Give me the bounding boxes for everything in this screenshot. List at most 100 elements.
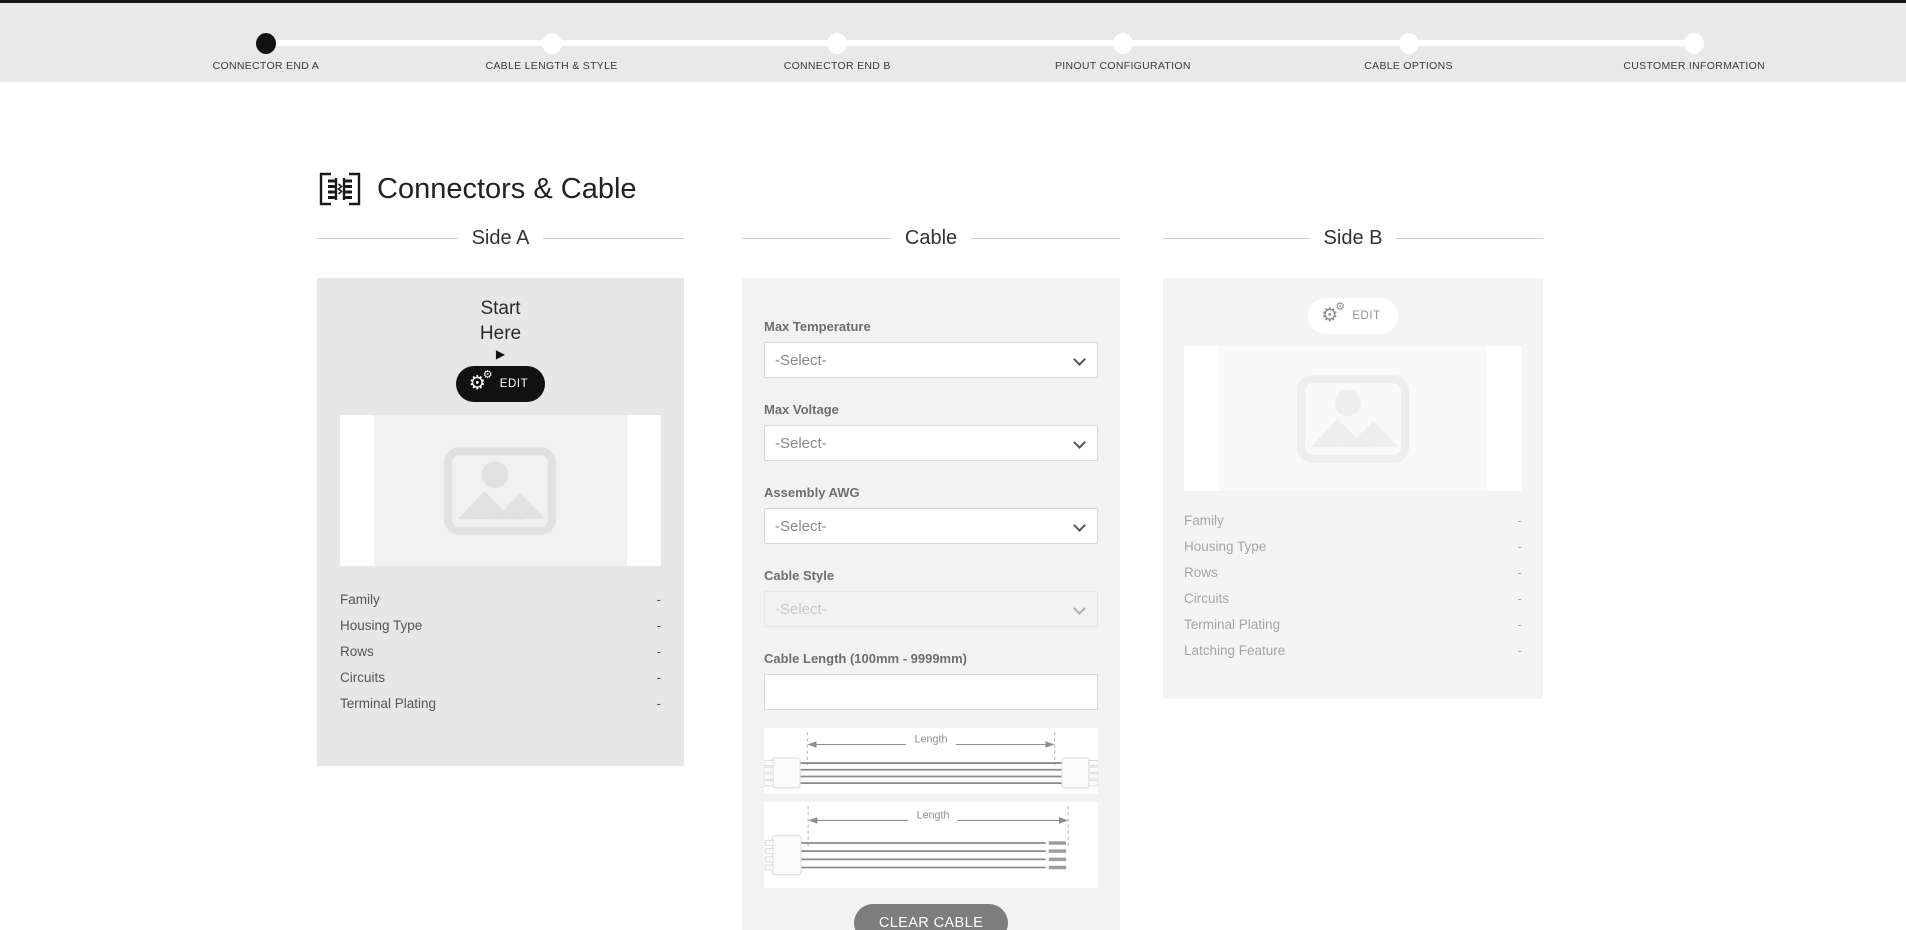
divider bbox=[742, 238, 891, 239]
property-label: Rows bbox=[340, 644, 374, 659]
step-dot-icon bbox=[1113, 33, 1133, 54]
property-label: Housing Type bbox=[340, 618, 422, 633]
assembly-awg-select[interactable]: -Select- bbox=[764, 508, 1098, 544]
property-label: Rows bbox=[1184, 565, 1218, 580]
step-dot-icon bbox=[827, 33, 847, 54]
max-voltage-field: Max Voltage -Select- bbox=[764, 402, 1098, 461]
image-placeholder-icon bbox=[444, 447, 556, 535]
side-b-properties: Family - Housing Type - Rows - Circuits … bbox=[1184, 507, 1522, 663]
stepper-step-connector-end-b[interactable]: CONNECTOR END B bbox=[694, 3, 980, 82]
side-b-edit-button[interactable]: ⚙ ⚙ EDIT bbox=[1308, 298, 1398, 334]
property-value: - bbox=[1518, 643, 1523, 658]
start-here-label: Start Here bbox=[340, 296, 661, 346]
step-dot-icon bbox=[1399, 33, 1419, 54]
side-a-image-placeholder bbox=[374, 415, 628, 566]
gear-icon: ⚙ ⚙ bbox=[469, 373, 493, 395]
step-label: CONNECTOR END B bbox=[784, 60, 891, 72]
stepper-step-connector-end-a[interactable]: CONNECTOR END A bbox=[123, 3, 409, 82]
step-dot-icon bbox=[542, 33, 562, 54]
cable-length-label: Cable Length (100mm - 9999mm) bbox=[764, 651, 1098, 666]
max-temperature-select[interactable]: -Select- bbox=[764, 342, 1098, 378]
side-a-properties: Family - Housing Type - Rows - Circuits … bbox=[340, 586, 661, 716]
property-value: - bbox=[657, 618, 662, 633]
cable-style-select: -Select- bbox=[764, 591, 1098, 627]
property-value: - bbox=[1518, 539, 1523, 554]
cable-length-field: Cable Length (100mm - 9999mm) bbox=[764, 651, 1098, 710]
max-temperature-label: Max Temperature bbox=[764, 319, 1098, 334]
edit-button-label: EDIT bbox=[500, 378, 529, 390]
property-value: - bbox=[657, 592, 662, 607]
property-value: - bbox=[657, 696, 662, 711]
cable-style-label: Cable Style bbox=[764, 568, 1098, 583]
property-row: Circuits - bbox=[1184, 585, 1522, 611]
cable-length-input[interactable] bbox=[764, 674, 1098, 710]
stepper-step-cable-length-style[interactable]: CABLE LENGTH & STYLE bbox=[409, 3, 695, 82]
step-dot-active-icon bbox=[256, 33, 276, 54]
length-dimension-label: Length bbox=[914, 733, 947, 745]
property-row: Rows - bbox=[1184, 559, 1522, 585]
max-voltage-label: Max Voltage bbox=[764, 402, 1098, 417]
gear-icon: ⚙ ⚙ bbox=[1321, 305, 1345, 327]
start-here-arrow-icon: ▶ bbox=[340, 346, 661, 362]
side-b-image-placeholder bbox=[1219, 346, 1486, 491]
side-a-card: Start Here ▶ ⚙ ⚙ EDIT Family - bbox=[317, 278, 684, 766]
cable-diagram-both-connectors: Length bbox=[764, 728, 1098, 794]
start-here-line1: Start bbox=[340, 296, 661, 321]
property-row: Rows - bbox=[340, 638, 661, 664]
divider bbox=[543, 238, 684, 239]
divider bbox=[317, 238, 458, 239]
length-dimension-label: Length bbox=[917, 809, 950, 821]
stepper-step-customer-information[interactable]: CUSTOMER INFORMATION bbox=[1551, 3, 1837, 82]
property-row: Family - bbox=[340, 586, 661, 612]
side-a-image-panel bbox=[340, 415, 661, 566]
assembly-awg-field: Assembly AWG -Select- bbox=[764, 485, 1098, 544]
property-value: - bbox=[1518, 513, 1523, 528]
cable-header: Cable bbox=[742, 224, 1120, 252]
max-temperature-field: Max Temperature -Select- bbox=[764, 319, 1098, 378]
edit-button-label: EDIT bbox=[1352, 310, 1381, 322]
property-row: Circuits - bbox=[340, 664, 661, 690]
property-value: - bbox=[657, 670, 662, 685]
stepper-step-pinout-configuration[interactable]: PINOUT CONFIGURATION bbox=[980, 3, 1266, 82]
property-row: Housing Type - bbox=[340, 612, 661, 638]
divider bbox=[1163, 238, 1310, 239]
stepper-step-cable-options[interactable]: CABLE OPTIONS bbox=[1266, 3, 1552, 82]
property-row: Terminal Plating - bbox=[340, 690, 661, 716]
divider bbox=[1396, 238, 1543, 239]
property-label: Terminal Plating bbox=[1184, 617, 1280, 632]
assembly-awg-label: Assembly AWG bbox=[764, 485, 1098, 500]
step-dot-icon bbox=[1684, 33, 1704, 54]
property-label: Family bbox=[1184, 513, 1224, 528]
max-temperature-select-wrap: -Select- bbox=[764, 342, 1098, 378]
connectors-icon bbox=[317, 172, 363, 206]
page-header: Connectors & Cable bbox=[317, 170, 1906, 208]
property-row: Family - bbox=[1184, 507, 1522, 533]
property-label: Circuits bbox=[340, 670, 385, 685]
property-label: Latching Feature bbox=[1184, 643, 1285, 658]
property-label: Family bbox=[340, 592, 380, 607]
property-label: Circuits bbox=[1184, 591, 1229, 606]
cable-style-select-wrap: -Select- bbox=[764, 591, 1098, 627]
cable-card: Max Temperature -Select- Max Voltage -Se… bbox=[742, 278, 1120, 930]
property-label: Housing Type bbox=[1184, 539, 1266, 554]
max-voltage-select[interactable]: -Select- bbox=[764, 425, 1098, 461]
side-b-header: Side B bbox=[1163, 224, 1543, 252]
stepper: CONNECTOR END A CABLE LENGTH & STYLE CON… bbox=[123, 3, 1837, 82]
property-row: Housing Type - bbox=[1184, 533, 1522, 559]
divider bbox=[971, 238, 1120, 239]
side-b-column: Side B ⚙ ⚙ EDIT Family - bbox=[1163, 224, 1543, 699]
side-b-card: ⚙ ⚙ EDIT Family - Housing Type - bbox=[1163, 278, 1543, 699]
start-here-line2: Here bbox=[340, 321, 661, 346]
step-label: CONNECTOR END A bbox=[213, 60, 319, 72]
side-a-title: Side A bbox=[472, 227, 530, 250]
clear-cable-button[interactable]: CLEAR CABLE bbox=[854, 904, 1008, 930]
max-voltage-select-wrap: -Select- bbox=[764, 425, 1098, 461]
side-a-edit-button[interactable]: ⚙ ⚙ EDIT bbox=[456, 366, 546, 402]
side-b-image-panel bbox=[1184, 346, 1522, 491]
step-label: CABLE OPTIONS bbox=[1364, 60, 1453, 72]
progress-stepper-bar: CONNECTOR END A CABLE LENGTH & STYLE CON… bbox=[0, 0, 1906, 82]
page-title: Connectors & Cable bbox=[377, 173, 637, 206]
property-label: Terminal Plating bbox=[340, 696, 436, 711]
property-row: Terminal Plating - bbox=[1184, 611, 1522, 637]
side-a-header: Side A bbox=[317, 224, 684, 252]
